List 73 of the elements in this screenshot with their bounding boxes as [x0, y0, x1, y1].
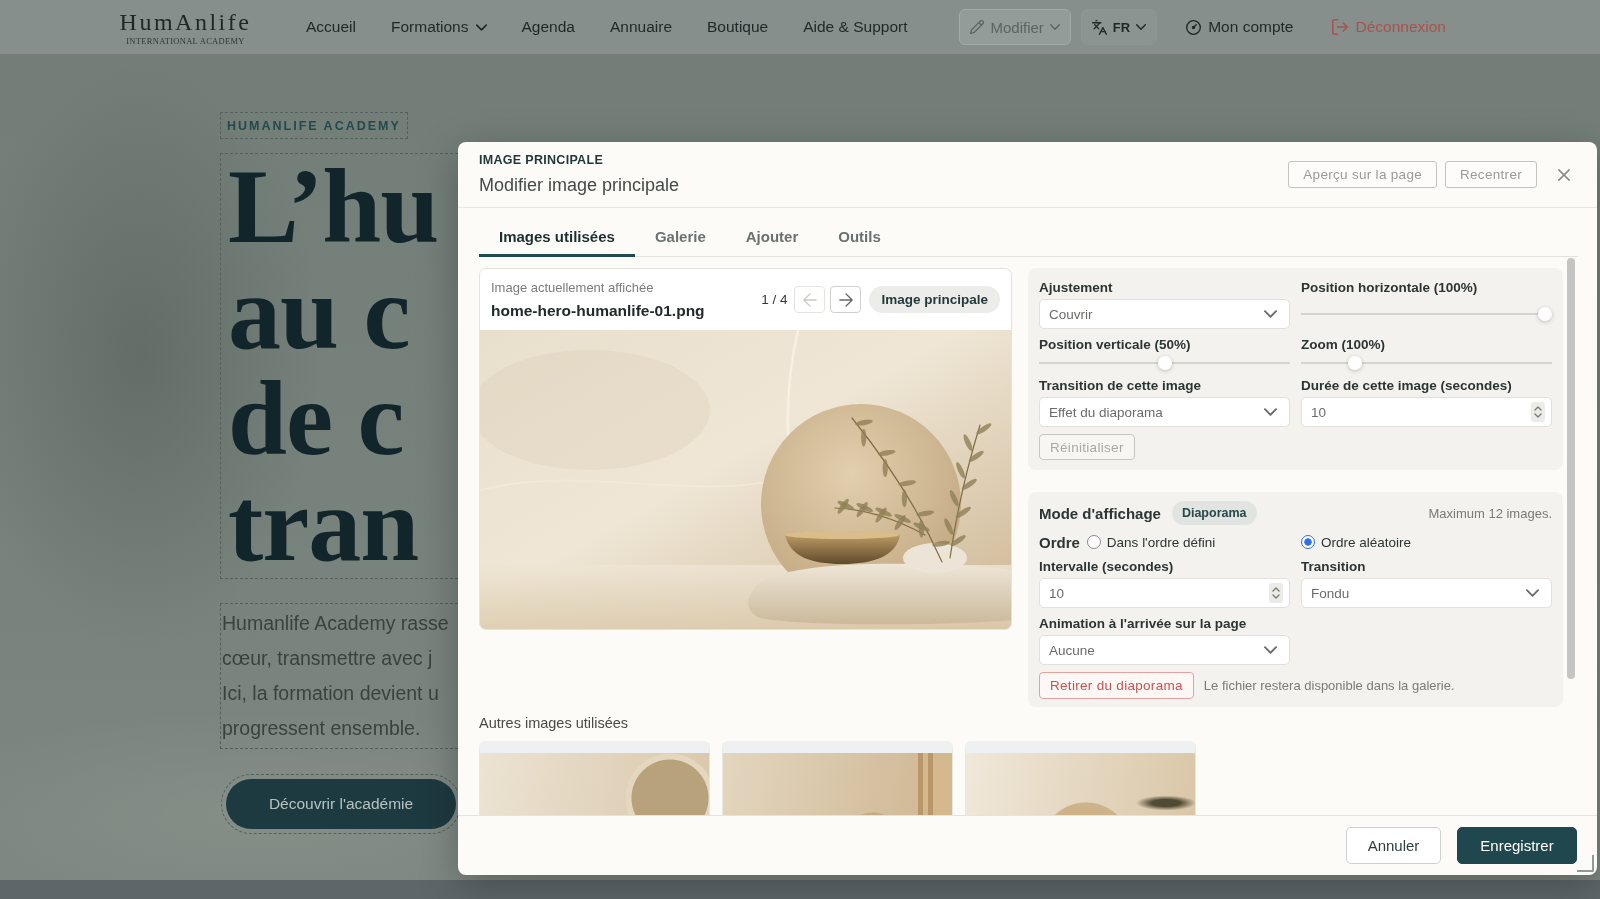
field-label: Durée de cette image (secondes) [1301, 377, 1513, 394]
chevron-down-icon [1264, 310, 1277, 318]
tab[interactable]: Images utilisées [479, 218, 635, 257]
arrow-right-icon [838, 292, 853, 307]
save-button[interactable]: Enregistrer [1457, 827, 1577, 864]
limit-note: Maximum 12 images. [1428, 505, 1552, 521]
field-label: Transition de cette image [1039, 377, 1203, 394]
section-title: Mode d'affichage [1039, 504, 1161, 522]
logo[interactable]: HumAnlife [119, 8, 252, 36]
nav-link[interactable]: Accueil [306, 18, 356, 36]
image-thumbnail[interactable] [965, 741, 1196, 815]
nav-link[interactable]: Formations [390, 18, 487, 36]
select-field[interactable]: Fondu [1301, 578, 1552, 608]
resize-handle-icon[interactable] [1576, 854, 1594, 872]
select-field[interactable]: Effet du diaporama [1039, 397, 1290, 427]
stepper-icon[interactable] [1269, 583, 1283, 603]
account-link[interactable]: Mon compte [1186, 18, 1294, 36]
image-thumbnail[interactable] [722, 741, 953, 815]
order-label: Ordre [1039, 533, 1080, 551]
gauge-icon [1186, 19, 1202, 35]
remove-button[interactable]: Retirer du diaporama [1039, 672, 1194, 699]
field-label: Animation à l'arrivée sur la page [1039, 615, 1248, 632]
next-button[interactable] [830, 286, 862, 313]
field-label: Intervalle (secondes) [1039, 558, 1175, 575]
close-icon[interactable] [1558, 168, 1570, 181]
header-button[interactable]: Recentrer [1445, 161, 1537, 188]
nav-link[interactable]: Boutique [707, 18, 769, 36]
nav-link[interactable]: Annuaire [609, 18, 672, 36]
dialog-eyebrow: IMAGE PRINCIPALE [479, 153, 604, 168]
language-button[interactable]: FR [1080, 9, 1158, 45]
radio-option[interactable]: Dans l'ordre défini [1086, 534, 1216, 550]
remove-note: Le fichier restera disponible dans la galerie. [1203, 678, 1455, 693]
tab[interactable]: Outils [818, 218, 901, 257]
logo-subtitle: INTERNATIONAL ACADEMY [126, 35, 245, 46]
field-label: Position horizontale (100%) [1301, 279, 1479, 296]
slider-thumb[interactable] [1538, 307, 1552, 321]
chevron-down-icon [1136, 24, 1147, 30]
slider-thumb[interactable] [1157, 356, 1172, 370]
header-button[interactable]: Aperçu sur la page [1288, 161, 1437, 188]
mode-badge: Diaporama [1171, 501, 1257, 525]
arrow-left-icon [802, 292, 817, 307]
chevron-down-icon [1049, 24, 1060, 30]
dialog-title: Modifier image principale [479, 174, 680, 196]
field-label: Position verticale (50%) [1039, 336, 1192, 353]
nav-link[interactable]: Aide & Support [803, 18, 908, 36]
chevron-down-icon [1264, 408, 1277, 416]
stepper-icon[interactable] [1531, 402, 1545, 422]
field-label: Transition [1301, 558, 1367, 575]
tab[interactable]: Ajouter [725, 218, 819, 257]
cancel-button[interactable]: Annuler [1346, 827, 1441, 864]
field-label: Ajustement [1039, 279, 1114, 296]
radio-option[interactable]: Ordre aléatoire [1301, 534, 1412, 550]
number-field[interactable]: 10 [1301, 397, 1552, 427]
chevron-down-icon [1264, 646, 1277, 654]
select-field[interactable]: Aucune [1039, 635, 1290, 665]
number-field[interactable]: 10 [1039, 578, 1290, 608]
image-caption: Image actuellement affichée [491, 279, 654, 296]
translate-icon [1091, 19, 1107, 35]
pencil-icon [970, 20, 985, 34]
section-heading: Autres images utilisées [479, 715, 630, 732]
field-label: Zoom (100%) [1301, 336, 1386, 353]
tab[interactable]: Galerie [634, 218, 726, 257]
image-thumbnail[interactable] [479, 741, 710, 815]
hero-eyebrow: HUMANLIFE ACADEMY [220, 112, 408, 139]
image-counter: 1 / 4 [761, 292, 788, 307]
slider-thumb[interactable] [1348, 356, 1363, 370]
nav-link[interactable]: Agenda [521, 18, 575, 36]
scrollbar-thumb[interactable] [1567, 258, 1575, 679]
select-field[interactable]: Couvrir [1039, 299, 1290, 329]
image-badge: Image principale [869, 286, 1000, 313]
logout-icon [1332, 19, 1349, 35]
image-filename: home-hero-humanlife-01.png [491, 300, 705, 320]
chevron-down-icon [1526, 589, 1539, 597]
